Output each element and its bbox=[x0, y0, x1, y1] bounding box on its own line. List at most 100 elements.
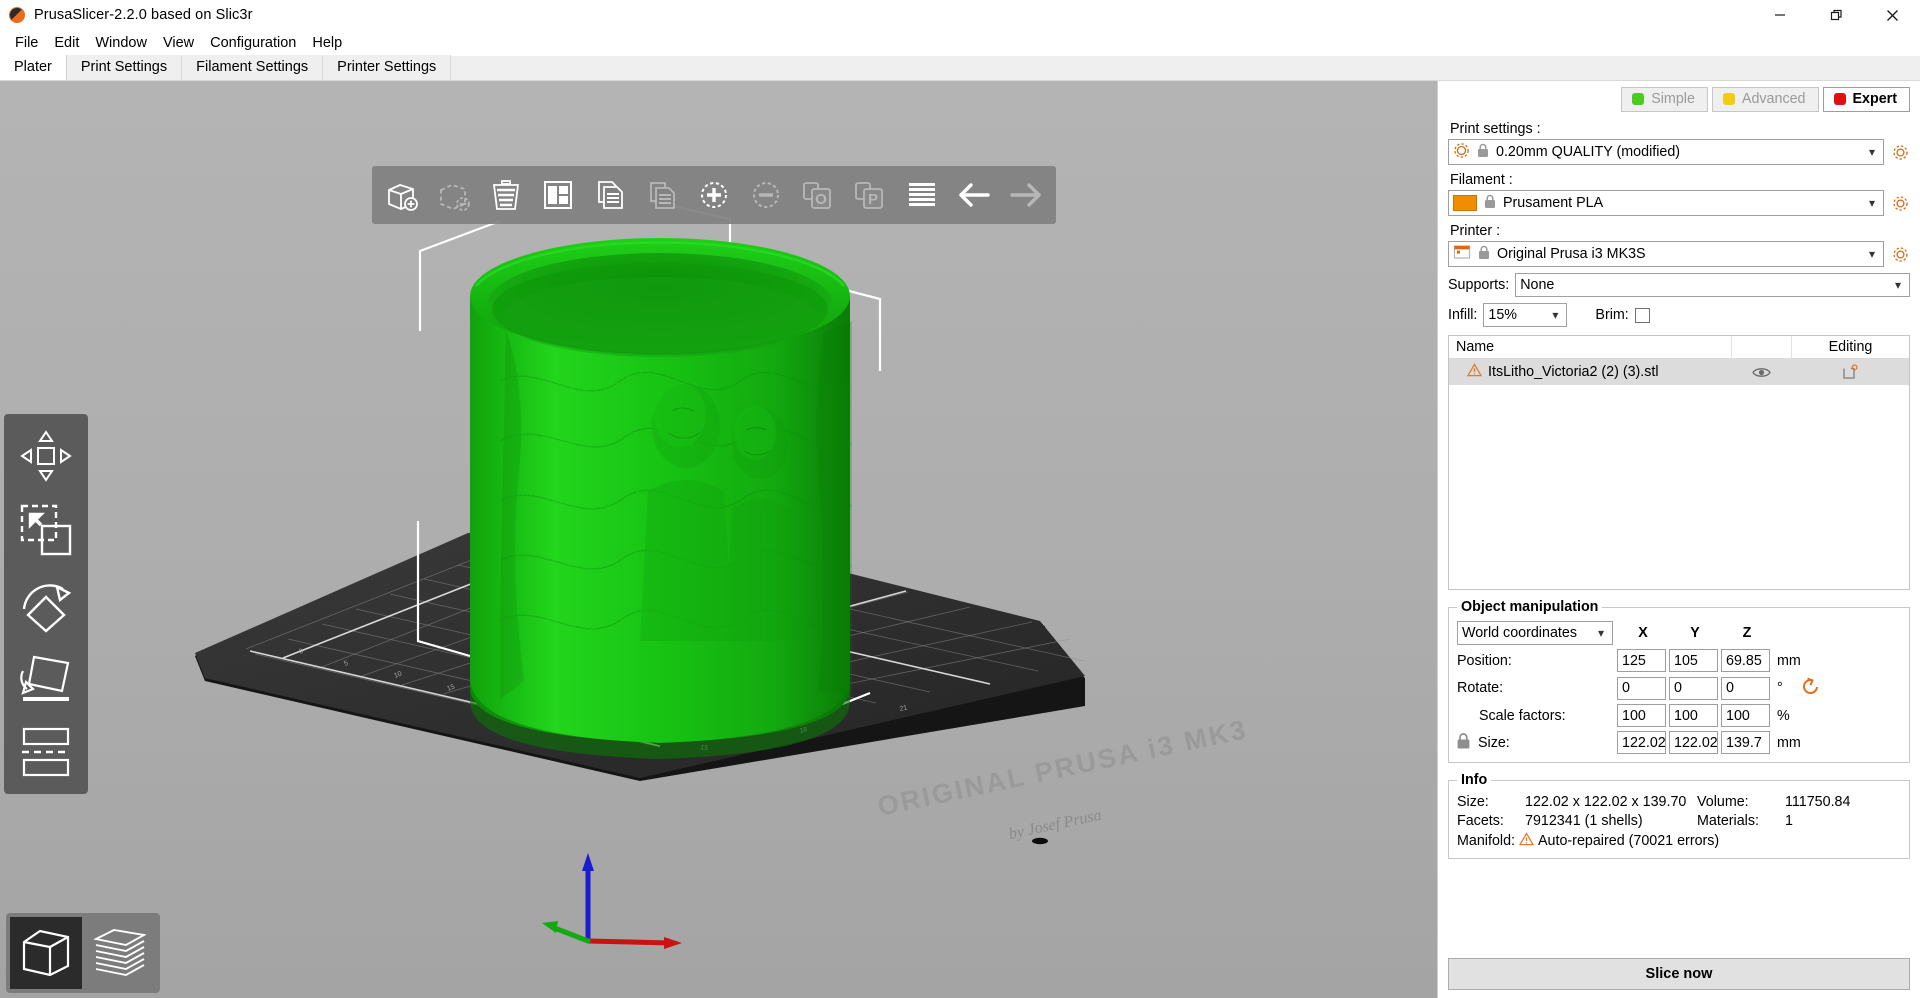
split-to-parts-icon[interactable]: P bbox=[844, 169, 896, 221]
info-materials-value: 1 bbox=[1785, 813, 1793, 829]
close-button[interactable] bbox=[1864, 0, 1920, 30]
chevron-down-icon[interactable]: ▾ bbox=[1865, 248, 1879, 260]
mode-simple-dot bbox=[1632, 93, 1645, 105]
table-row[interactable]: ItsLitho_Victoria2 (2) (3).stl bbox=[1449, 359, 1909, 385]
filament-label: Filament : bbox=[1450, 172, 1513, 188]
print-settings-combo[interactable]: 0.20mm QUALITY (modified) ▾ bbox=[1448, 139, 1884, 165]
size-z-input[interactable]: 139.7 bbox=[1721, 731, 1770, 754]
split-to-objects-icon[interactable]: O bbox=[792, 169, 844, 221]
add-instance-icon[interactable] bbox=[688, 169, 740, 221]
layer-settings-icon[interactable] bbox=[1791, 359, 1909, 385]
position-y-input[interactable]: 105 bbox=[1669, 649, 1718, 672]
prusa-logo-icon bbox=[9, 7, 25, 23]
lock-icon bbox=[1477, 245, 1491, 264]
remove-instance-icon[interactable] bbox=[740, 169, 792, 221]
menu-window[interactable]: Window bbox=[87, 33, 155, 53]
lock-icon bbox=[1483, 194, 1497, 213]
infill-combo[interactable]: 15% ▾ bbox=[1483, 303, 1568, 327]
chevron-down-icon[interactable]: ▾ bbox=[1865, 146, 1879, 158]
size-x-input[interactable]: 122.02 bbox=[1617, 731, 1666, 754]
scale-x-input[interactable]: 100 bbox=[1617, 704, 1666, 727]
scale-factors-label: Scale factors: bbox=[1479, 707, 1566, 724]
print-settings-label: Print settings : bbox=[1450, 121, 1541, 137]
scale-y-input[interactable]: 100 bbox=[1669, 704, 1718, 727]
add-icon[interactable] bbox=[376, 169, 428, 221]
supports-combo[interactable]: None ▾ bbox=[1515, 273, 1910, 297]
warning-triangle-icon bbox=[1518, 832, 1535, 850]
info-facets-value: 7912341 (1 shells) bbox=[1525, 813, 1643, 829]
tab-printer-settings[interactable]: Printer Settings bbox=[323, 55, 452, 80]
svg-text:O: O bbox=[815, 191, 827, 208]
reset-rotation-icon[interactable] bbox=[1801, 676, 1829, 700]
undo-icon[interactable] bbox=[948, 169, 1000, 221]
mode-expert-button[interactable]: Expert bbox=[1822, 87, 1910, 112]
slice-now-button[interactable]: Slice now bbox=[1448, 958, 1910, 990]
print-settings-gear-icon[interactable] bbox=[1890, 144, 1910, 161]
window-controls bbox=[1752, 0, 1920, 30]
tab-print-settings[interactable]: Print Settings bbox=[66, 55, 183, 80]
info-title: Info bbox=[1461, 772, 1488, 788]
mode-advanced-button[interactable]: Advanced bbox=[1711, 87, 1819, 112]
scale-z-input[interactable]: 100 bbox=[1721, 704, 1770, 727]
title-bar: PrusaSlicer-2.2.0 based on Slic3r bbox=[0, 0, 1920, 30]
position-x-input[interactable]: 125 bbox=[1617, 649, 1666, 672]
scale-unit: % bbox=[1777, 707, 1790, 724]
chevron-down-icon[interactable]: ▾ bbox=[1865, 197, 1879, 209]
chevron-down-icon[interactable]: ▾ bbox=[1548, 309, 1562, 321]
layers-editing-icon[interactable] bbox=[896, 169, 948, 221]
object-list[interactable]: Name Editing ItsLitho_Victoria2 (2) (3).… bbox=[1448, 335, 1910, 590]
position-z-input[interactable]: 69.85 bbox=[1721, 649, 1770, 672]
delete-selected-icon[interactable] bbox=[428, 169, 480, 221]
cut-gizmo-icon[interactable] bbox=[9, 715, 83, 789]
preview-view-button[interactable] bbox=[84, 917, 156, 989]
filament-combo[interactable]: Prusament PLA ▾ bbox=[1448, 190, 1884, 216]
menu-file[interactable]: File bbox=[7, 33, 46, 53]
chevron-down-icon[interactable]: ▾ bbox=[1594, 627, 1608, 639]
infill-brim-row: Infill: 15% ▾ Brim: bbox=[1448, 303, 1910, 327]
print-settings-row: 0.20mm QUALITY (modified) ▾ bbox=[1448, 139, 1910, 165]
uniform-scale-lock-icon[interactable] bbox=[1455, 732, 1472, 754]
coordinate-space-combo[interactable]: World coordinates ▾ bbox=[1457, 621, 1613, 645]
maximize-button[interactable] bbox=[1808, 0, 1864, 30]
menu-configuration[interactable]: Configuration bbox=[202, 33, 304, 53]
chevron-down-icon[interactable]: ▾ bbox=[1891, 279, 1905, 291]
place-on-face-gizmo-icon[interactable] bbox=[9, 641, 83, 715]
mode-simple-label: Simple bbox=[1651, 91, 1695, 107]
tab-filament-settings[interactable]: Filament Settings bbox=[182, 55, 324, 80]
print-profile-icon bbox=[1453, 142, 1470, 163]
printer-gear-icon[interactable] bbox=[1890, 246, 1910, 263]
info-size-label: Size: bbox=[1457, 794, 1489, 810]
rotate-y-input[interactable]: 0 bbox=[1669, 676, 1718, 700]
copy-icon[interactable] bbox=[584, 169, 636, 221]
paste-icon[interactable] bbox=[636, 169, 688, 221]
menu-edit[interactable]: Edit bbox=[46, 33, 87, 53]
tab-plater[interactable]: Plater bbox=[0, 55, 67, 80]
printer-combo[interactable]: Original Prusa i3 MK3S ▾ bbox=[1448, 241, 1884, 267]
scale-gizmo-icon[interactable] bbox=[9, 493, 83, 567]
brim-checkbox[interactable] bbox=[1634, 307, 1650, 323]
redo-icon[interactable] bbox=[1000, 169, 1052, 221]
rotate-z-input[interactable]: 0 bbox=[1721, 676, 1770, 700]
3d-viewport[interactable]: 0 5 10 15 20 10 15 18 21 ORIGINAL PRUSA … bbox=[0, 81, 1437, 998]
filament-gear-icon[interactable] bbox=[1890, 195, 1910, 212]
menu-view[interactable]: View bbox=[155, 33, 202, 53]
viewport-toolbar: O P bbox=[372, 166, 1056, 224]
mode-simple-button[interactable]: Simple bbox=[1621, 87, 1708, 112]
printer-row: Original Prusa i3 MK3S ▾ bbox=[1448, 241, 1910, 267]
object-name-cell[interactable]: ItsLitho_Victoria2 (2) (3).stl bbox=[1449, 363, 1731, 381]
delete-all-icon[interactable] bbox=[480, 169, 532, 221]
rotate-x-input[interactable]: 0 bbox=[1617, 676, 1666, 700]
move-gizmo-icon[interactable] bbox=[9, 419, 83, 493]
mode-expert-label: Expert bbox=[1852, 91, 1898, 107]
size-y-input[interactable]: 122.02 bbox=[1669, 731, 1718, 754]
menu-help[interactable]: Help bbox=[304, 33, 350, 53]
title-bar-left: PrusaSlicer-2.2.0 based on Slic3r bbox=[0, 7, 253, 23]
supports-label: Supports: bbox=[1448, 277, 1510, 293]
eye-icon[interactable] bbox=[1731, 359, 1791, 385]
arrange-icon[interactable] bbox=[532, 169, 584, 221]
rotate-gizmo-icon[interactable] bbox=[9, 567, 83, 641]
minimize-button[interactable] bbox=[1752, 0, 1808, 30]
editor-view-button[interactable] bbox=[10, 917, 82, 989]
svg-text:P: P bbox=[868, 191, 878, 208]
